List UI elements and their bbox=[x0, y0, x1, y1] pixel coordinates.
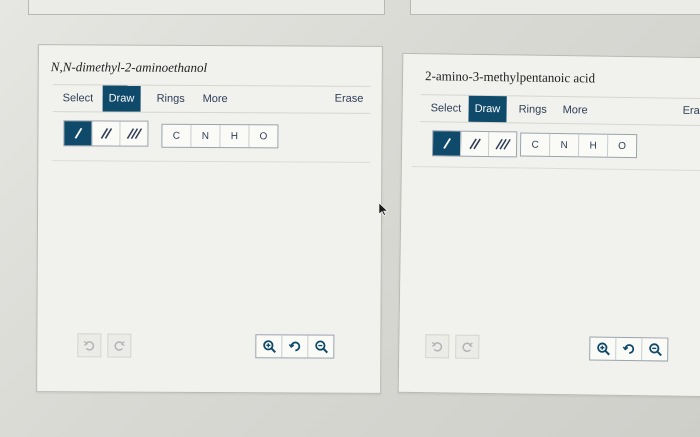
erase-button[interactable]: Eras bbox=[683, 105, 700, 117]
history-controls bbox=[425, 334, 485, 359]
panel-title: 2-amino-3-methylpentanoic acid bbox=[424, 68, 596, 86]
molecule-panel-right: 2-amino-3-methylpentanoic acid Select Dr… bbox=[397, 52, 700, 398]
atom-button-h[interactable]: H bbox=[578, 134, 609, 157]
tool-bar: Select Draw Rings More Eras bbox=[420, 94, 700, 127]
molecule-panel-left: N,N-dimethyl-2-aminoethanol Select Draw … bbox=[36, 44, 383, 394]
tool-bar: Select Draw Rings More Erase bbox=[52, 84, 371, 114]
atom-button-n[interactable]: N bbox=[191, 124, 221, 148]
tab-more[interactable]: More bbox=[197, 86, 234, 112]
undo-icon[interactable] bbox=[425, 334, 450, 359]
single-bond-icon[interactable] bbox=[64, 121, 93, 146]
zoom-reset-icon[interactable] bbox=[282, 335, 309, 358]
zoom-in-icon[interactable] bbox=[256, 335, 283, 358]
atom-button-o[interactable]: O bbox=[249, 125, 277, 147]
double-bond-icon[interactable] bbox=[460, 131, 490, 157]
panel-title: N,N-dimethyl-2-aminoethanol bbox=[50, 59, 208, 75]
atom-tools: C N H O bbox=[161, 123, 279, 149]
history-controls bbox=[77, 333, 137, 358]
undo-icon[interactable] bbox=[77, 333, 102, 358]
tab-more[interactable]: More bbox=[556, 97, 593, 124]
zoom-reset-icon[interactable] bbox=[616, 337, 643, 361]
zoom-controls bbox=[589, 336, 669, 362]
previous-panel-frame-right bbox=[410, 0, 700, 15]
zoom-out-icon[interactable] bbox=[308, 336, 333, 358]
zoom-out-icon[interactable] bbox=[642, 338, 667, 360]
previous-panel-frame-left bbox=[28, 0, 385, 15]
tab-rings[interactable]: Rings bbox=[151, 86, 191, 112]
tab-draw[interactable]: Draw bbox=[468, 95, 507, 123]
atom-tools: C N H O bbox=[519, 132, 638, 159]
tab-select[interactable]: Select bbox=[424, 95, 467, 122]
erase-button[interactable]: Erase bbox=[335, 93, 364, 105]
atom-button-c[interactable]: C bbox=[162, 124, 192, 147]
atom-button-o[interactable]: O bbox=[608, 135, 636, 157]
atom-button-n[interactable]: N bbox=[549, 133, 580, 157]
bond-tools bbox=[431, 130, 518, 158]
tab-draw[interactable]: Draw bbox=[102, 85, 141, 112]
zoom-in-icon[interactable] bbox=[590, 337, 617, 360]
bond-tools bbox=[63, 120, 149, 147]
single-bond-icon[interactable] bbox=[432, 131, 462, 156]
triple-bond-icon[interactable] bbox=[120, 122, 147, 146]
redo-icon[interactable] bbox=[455, 334, 480, 359]
atom-button-h[interactable]: H bbox=[220, 125, 250, 148]
triple-bond-icon[interactable] bbox=[489, 132, 516, 156]
atom-button-c[interactable]: C bbox=[520, 133, 551, 156]
tab-select[interactable]: Select bbox=[57, 85, 100, 111]
double-bond-icon[interactable] bbox=[92, 121, 121, 146]
mouse-cursor-icon bbox=[378, 202, 389, 221]
zoom-controls bbox=[255, 334, 335, 359]
redo-icon[interactable] bbox=[107, 333, 132, 358]
tab-rings[interactable]: Rings bbox=[512, 96, 552, 123]
